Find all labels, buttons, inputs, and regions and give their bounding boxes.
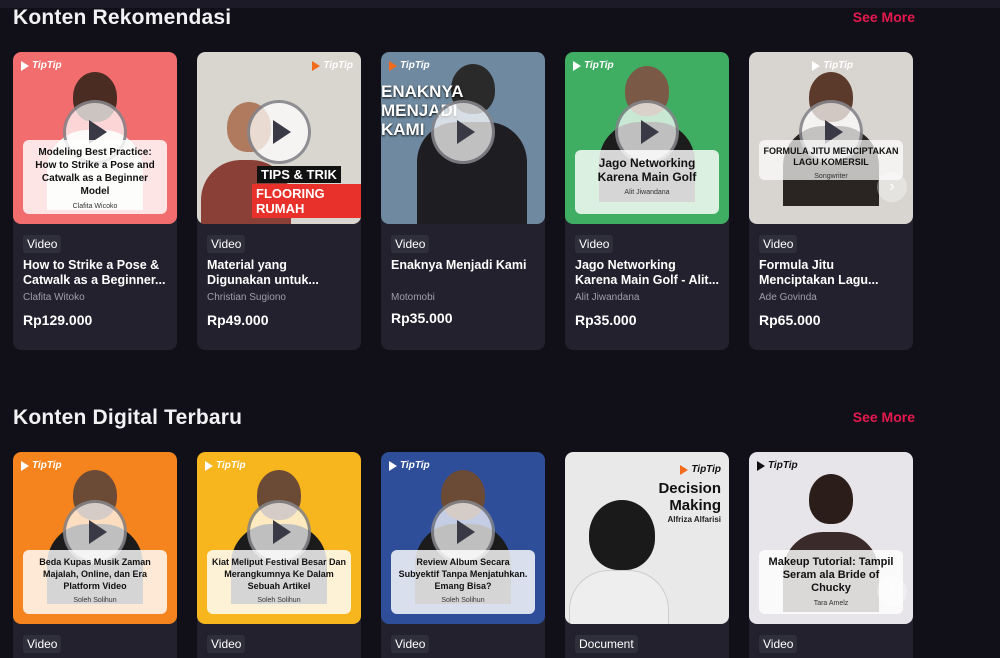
tiptip-logo: TipTip bbox=[205, 460, 246, 471]
tiptip-logo: TipTip bbox=[389, 60, 430, 71]
thumbnail: TipTip Makeup Tutorial: Tampil Seram ala… bbox=[749, 452, 913, 624]
creator-name: Christian Sugiono bbox=[207, 292, 286, 303]
tiptip-logo: TipTip bbox=[389, 460, 430, 471]
content-card[interactable]: TipTip Jago Networking Karena Main Golf … bbox=[565, 52, 729, 350]
section-konten-rekomendasi: Konten Rekomendasi See More TipTip Model… bbox=[13, 6, 915, 350]
section-title: Konten Digital Terbaru bbox=[13, 406, 243, 429]
thumbnail-heading: FLOORING RUMAH bbox=[252, 184, 361, 218]
card-title[interactable]: Material yang Digunakan untuk... bbox=[207, 258, 353, 288]
see-more-link[interactable]: See More bbox=[853, 409, 915, 425]
section-header: Konten Rekomendasi See More bbox=[13, 6, 915, 36]
tiptip-logo: TipTip bbox=[757, 460, 798, 471]
content-card[interactable]: TipTip FORMULA JITU MENCIPTAKAN LAGU KOM… bbox=[749, 52, 913, 350]
card-list: TipTip Modeling Best Practice: How to St… bbox=[13, 52, 913, 350]
content-type-badge: Video bbox=[391, 635, 430, 653]
content-type-badge: Video bbox=[575, 235, 614, 253]
creator-name: Alit Jiwandana bbox=[575, 292, 640, 303]
content-type-badge: Video bbox=[23, 235, 62, 253]
thumbnail-caption: Beda Kupas Musik Zaman Majalah, Online, … bbox=[23, 550, 167, 614]
card-title[interactable]: Enaknya Menjadi Kami bbox=[391, 258, 537, 288]
tiptip-logo: TipTip bbox=[573, 60, 614, 71]
thumbnail-caption: Kiat Meliput Festival Besar Dan Merangku… bbox=[207, 550, 351, 614]
card-title[interactable]: Formula Jitu Menciptakan Lagu... bbox=[759, 258, 905, 288]
price: Rp129.000 bbox=[23, 312, 93, 328]
thumbnail: TipTip Kiat Meliput Festival Besar Dan M… bbox=[197, 452, 361, 624]
thumbnail-caption: Modeling Best Practice: How to Strike a … bbox=[23, 140, 167, 214]
thumbnail: TipTip Decision Making Alfriza Alfarisi bbox=[565, 452, 729, 624]
card-list: TipTip Beda Kupas Musik Zaman Majalah, O… bbox=[13, 452, 913, 658]
thumbnail-tag: TIPS & TRIK bbox=[257, 166, 341, 183]
thumbnail: TipTip TIPS & TRIK FLOORING RUMAH bbox=[197, 52, 361, 224]
content-card[interactable]: TipTip Beda Kupas Musik Zaman Majalah, O… bbox=[13, 452, 177, 658]
thumbnail: TipTip FORMULA JITU MENCIPTAKAN LAGU KOM… bbox=[749, 52, 913, 224]
content-type-badge: Document bbox=[575, 635, 638, 653]
play-icon[interactable] bbox=[431, 100, 495, 164]
price: Rp65.000 bbox=[759, 312, 821, 328]
tiptip-logo: TipTip bbox=[21, 60, 62, 71]
content-card[interactable]: TipTip Review Album Secara Subyektif Tan… bbox=[381, 452, 545, 658]
content-card[interactable]: TipTip ENAKNYA MENJADI KAMI Video Enakny… bbox=[381, 52, 545, 350]
content-type-badge: Video bbox=[759, 635, 798, 653]
thumbnail: TipTip Beda Kupas Musik Zaman Majalah, O… bbox=[13, 452, 177, 624]
price: Rp35.000 bbox=[391, 310, 453, 326]
content-card[interactable]: TipTip Makeup Tutorial: Tampil Seram ala… bbox=[749, 452, 913, 658]
document-author: Alfriza Alfarisi bbox=[667, 515, 722, 524]
section-konten-digital-terbaru: Konten Digital Terbaru See More TipTip B… bbox=[13, 406, 915, 658]
content-card[interactable]: TipTip TIPS & TRIK FLOORING RUMAH Video … bbox=[197, 52, 361, 350]
thumbnail: TipTip Modeling Best Practice: How to St… bbox=[13, 52, 177, 224]
content-card[interactable]: TipTip Decision Making Alfriza Alfarisi … bbox=[565, 452, 729, 658]
thumbnail-caption: Review Album Secara Subyektif Tanpa Menj… bbox=[391, 550, 535, 614]
see-more-link[interactable]: See More bbox=[853, 9, 915, 25]
play-icon[interactable] bbox=[247, 100, 311, 164]
section-title: Konten Rekomendasi bbox=[13, 6, 232, 29]
content-type-badge: Video bbox=[391, 235, 430, 253]
document-title: Decision Making bbox=[658, 480, 721, 514]
section-header: Konten Digital Terbaru See More bbox=[13, 406, 915, 436]
next-arrow-icon[interactable]: › bbox=[877, 172, 907, 202]
thumbnail: TipTip Review Album Secara Subyektif Tan… bbox=[381, 452, 545, 624]
content-type-badge: Video bbox=[207, 235, 246, 253]
price: Rp49.000 bbox=[207, 312, 269, 328]
card-title[interactable]: How to Strike a Pose & Catwalk as a Begi… bbox=[23, 258, 169, 288]
content-type-badge: Video bbox=[759, 235, 798, 253]
creator-name: Motomobi bbox=[391, 292, 435, 303]
content-type-badge: Video bbox=[207, 635, 246, 653]
content-type-badge: Video bbox=[23, 635, 62, 653]
price: Rp35.000 bbox=[575, 312, 637, 328]
thumbnail-caption: FORMULA JITU MENCIPTAKAN LAGU KOMERSIL S… bbox=[759, 140, 903, 180]
content-card[interactable]: TipTip Kiat Meliput Festival Besar Dan M… bbox=[197, 452, 361, 658]
next-arrow-icon[interactable]: › bbox=[877, 576, 907, 606]
card-title[interactable]: Jago Networking Karena Main Golf - Alit.… bbox=[575, 258, 721, 288]
creator-name: Ade Govinda bbox=[759, 292, 817, 303]
tiptip-logo: TipTip bbox=[812, 60, 853, 71]
thumbnail: TipTip Jago Networking Karena Main Golf … bbox=[565, 52, 729, 224]
thumbnail-caption: Jago Networking Karena Main Golf Alit Ji… bbox=[575, 150, 719, 214]
creator-name: Clafita Witoko bbox=[23, 292, 85, 303]
tiptip-logo: TipTip bbox=[312, 60, 353, 71]
content-card[interactable]: TipTip Modeling Best Practice: How to St… bbox=[13, 52, 177, 350]
thumbnail: TipTip ENAKNYA MENJADI KAMI bbox=[381, 52, 545, 224]
tiptip-logo: TipTip bbox=[680, 464, 721, 475]
tiptip-logo: TipTip bbox=[21, 460, 62, 471]
